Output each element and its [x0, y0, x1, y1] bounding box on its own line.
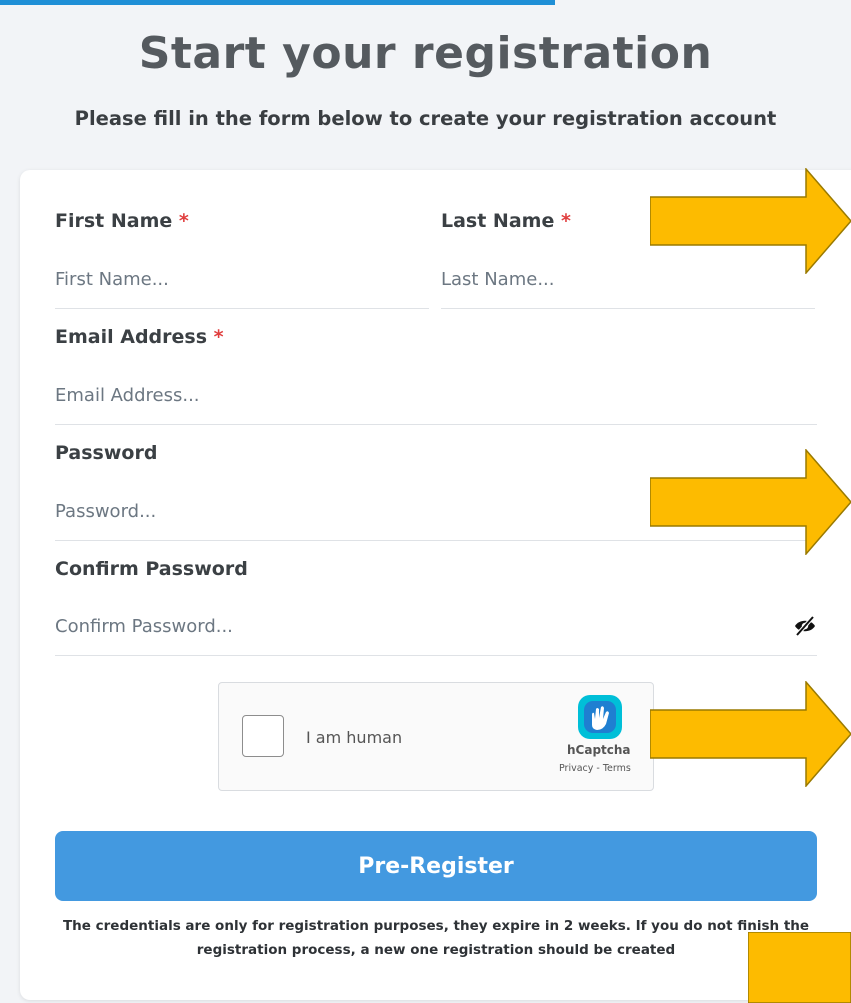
first-name-input[interactable]	[55, 250, 429, 308]
captcha-brand: hCaptcha	[567, 743, 631, 757]
email-field	[55, 366, 817, 425]
arrow-right-icon	[748, 932, 851, 1003]
hcaptcha-logo-icon	[574, 693, 626, 741]
captcha-checkbox-label: I am human	[306, 728, 403, 747]
confirm-password-label: Confirm Password	[55, 558, 248, 580]
confirm-password-input[interactable]	[55, 597, 775, 655]
required-mark: *	[213, 326, 224, 348]
page-subtitle: Please fill in the form below to create …	[74, 107, 777, 130]
confirm-password-field	[55, 597, 817, 656]
arrow-right-icon	[650, 168, 851, 274]
arrow-right-icon	[650, 449, 851, 555]
top-accent-bar	[0, 0, 555, 5]
required-mark: *	[178, 210, 189, 232]
first-name-label: First Name *	[55, 210, 189, 232]
captcha-widget: I am human hCaptcha Privacy - Terms	[218, 682, 654, 791]
page-title: Start your registration	[138, 28, 713, 79]
captcha-checkbox[interactable]	[242, 715, 284, 757]
first-name-field	[55, 250, 429, 309]
eye-slash-icon[interactable]	[793, 614, 817, 638]
pre-register-button[interactable]: Pre-Register	[55, 831, 817, 901]
credentials-note: The credentials are only for registratio…	[62, 918, 810, 958]
arrow-right-icon	[650, 681, 851, 787]
password-label: Password	[55, 442, 158, 464]
last-name-label: Last Name *	[441, 210, 571, 232]
required-mark: *	[560, 210, 571, 232]
captcha-privacy-terms-link[interactable]: Privacy - Terms	[559, 763, 631, 774]
email-input[interactable]	[55, 366, 817, 424]
email-label: Email Address *	[55, 326, 224, 348]
